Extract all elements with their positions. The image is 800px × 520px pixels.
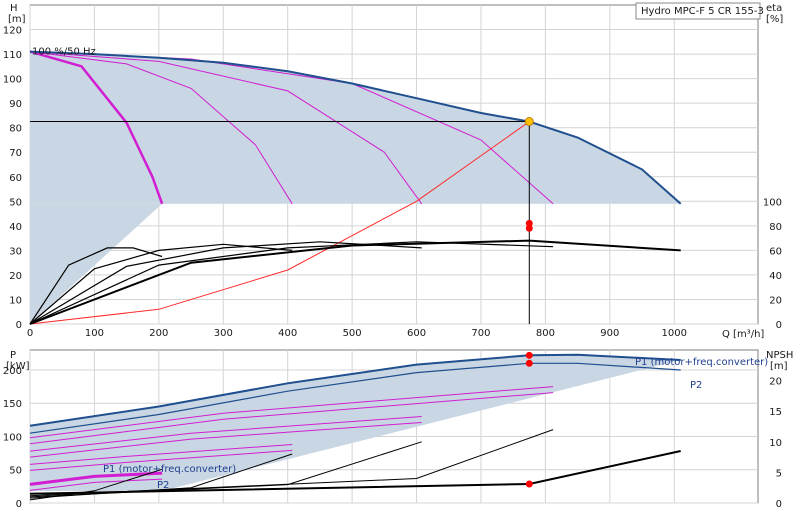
h-tick-label: 60 <box>9 173 22 184</box>
h-tick-label: 10 <box>9 295 22 306</box>
p2-operating-point <box>525 359 533 367</box>
power-npsh-plot: 05010015020005101520P[kW]NPSH[m]P1 (moto… <box>3 349 793 510</box>
chart-title: Hydro MPC-F 5 CR 155-3 <box>641 6 764 17</box>
h-tick-label: 70 <box>9 148 22 159</box>
npsh-operating-point <box>525 480 533 488</box>
x-tick-label: 600 <box>407 328 426 339</box>
npsh-axis-label: NPSH <box>766 350 793 361</box>
p-tick-label: 50 <box>9 466 22 477</box>
eta-tick-label: 20 <box>769 295 782 306</box>
p-tick-label: 0 <box>16 499 22 510</box>
q-axis-label: Q [m³/h] <box>722 329 764 340</box>
operating-point <box>524 117 534 127</box>
x-tick-label: 800 <box>536 328 555 339</box>
npsh-tick-label: 20 <box>769 377 782 388</box>
x-tick-label: 1000 <box>662 328 687 339</box>
head-eta-plot: 0 100 200 300 400 500 600 700 800 900 100001020304… <box>3 3 783 340</box>
npsh-axis-unit: [m] <box>770 361 788 372</box>
p-tick-label: 100 <box>3 432 22 443</box>
npsh-tick-label: 10 <box>769 438 782 449</box>
h-tick-label: 50 <box>9 197 22 208</box>
speed-label: 100 %/50 Hz <box>32 47 96 58</box>
npsh-tick-label: 5 <box>776 468 782 479</box>
x-tick-label: 900 <box>600 328 619 339</box>
h-tick-label: 110 <box>3 50 22 61</box>
p1-max-label: P1 (motor+freq.converter) <box>635 357 768 368</box>
p-axis-label: P <box>10 350 16 361</box>
h-tick-label: 120 <box>3 26 22 37</box>
h-tick-label: 20 <box>9 271 22 282</box>
p2-min-label: P2 <box>157 480 169 491</box>
eta-tick-label: 100 <box>763 197 782 208</box>
eta-tick-label: 60 <box>769 246 782 257</box>
p1-operating-point <box>525 351 533 359</box>
pump-performance-chart: 0 100 200 300 400 500 600 700 800 900 100001020304… <box>3 2 793 510</box>
eta-tick-label: 40 <box>769 271 782 282</box>
x-tick-label: 500 <box>343 328 362 339</box>
eta-axis-unit: [%] <box>766 14 783 25</box>
x-tick-label: 400 <box>278 328 297 339</box>
h-tick-label: 90 <box>9 99 22 110</box>
p1-min-label: P1 (motor+freq.converter) <box>103 464 236 475</box>
h-tick-label: 40 <box>9 222 22 233</box>
h-tick-label: 0 <box>16 320 22 331</box>
eta-tick-label: 0 <box>776 320 782 331</box>
x-tick-label: 700 <box>471 328 490 339</box>
h-axis-unit: [m] <box>8 14 26 25</box>
eta-tick-label: 80 <box>769 222 782 233</box>
p2-max-label: P2 <box>690 380 702 391</box>
h-tick-label: 30 <box>9 246 22 257</box>
npsh-tick-label: 15 <box>769 407 782 418</box>
eta-axis-label: eta <box>766 3 782 14</box>
npsh-tick-label: 0 <box>776 499 782 510</box>
eta-operating-point <box>525 224 533 232</box>
x-tick-label: 300 <box>214 328 233 339</box>
title-box: Hydro MPC-F 5 CR 155-3 <box>635 2 764 20</box>
h-tick-label: 80 <box>9 124 22 135</box>
x-tick-label: 0 <box>27 328 33 339</box>
x-tick-label: 100 <box>85 328 104 339</box>
p-tick-label: 150 <box>3 399 22 410</box>
p-axis-unit: [kW] <box>6 361 30 372</box>
h-tick-label: 100 <box>3 75 22 86</box>
x-tick-label: 200 <box>149 328 168 339</box>
h-axis-label: H <box>10 3 18 14</box>
